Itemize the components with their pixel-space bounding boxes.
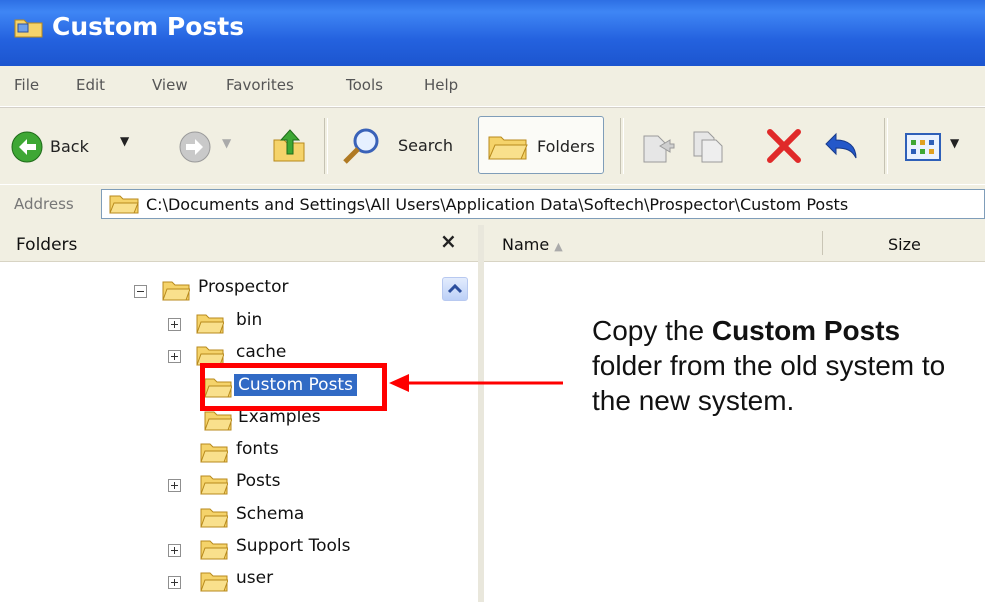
expand-icon[interactable] bbox=[168, 318, 181, 331]
tree-item-label: bin bbox=[236, 310, 263, 330]
folders-pane-title: Folders bbox=[16, 235, 78, 255]
back-arrow-icon bbox=[11, 131, 43, 163]
folder-icon bbox=[200, 508, 228, 528]
title-bar: Custom Posts bbox=[0, 0, 985, 66]
tree-item-label: Schema bbox=[236, 504, 305, 524]
menu-bar: File Edit View Favorites Tools Help bbox=[0, 66, 985, 107]
folders-label: Folders bbox=[537, 137, 595, 156]
folder-icon bbox=[196, 314, 224, 334]
back-dropdown-icon[interactable]: ▼ bbox=[120, 134, 129, 148]
folder-icon bbox=[200, 540, 228, 560]
address-bar: Address C:\Documents and Settings\All Us… bbox=[0, 184, 985, 226]
tree-item-label: Support Tools bbox=[236, 536, 351, 556]
up-folder-icon bbox=[273, 129, 305, 162]
tree-item-support-tools[interactable]: Support Tools bbox=[168, 536, 428, 566]
views-dropdown-icon[interactable]: ▼ bbox=[950, 136, 959, 150]
views-icon bbox=[905, 133, 941, 161]
menu-help[interactable]: Help bbox=[424, 76, 458, 94]
back-label: Back bbox=[50, 137, 89, 156]
expand-icon[interactable] bbox=[168, 544, 181, 557]
folder-icon bbox=[162, 281, 190, 301]
folder-icon bbox=[200, 443, 228, 463]
close-icon[interactable]: × bbox=[440, 229, 457, 253]
column-name[interactable]: Name ▲ bbox=[502, 235, 563, 254]
expand-icon[interactable] bbox=[168, 479, 181, 492]
folders-pane: Folders × Prospector bin cache Custom Po… bbox=[0, 225, 484, 602]
move-to-icon[interactable] bbox=[636, 126, 676, 166]
address-label: Address bbox=[14, 195, 74, 213]
collapse-icon[interactable] bbox=[134, 285, 147, 298]
sort-ascending-icon: ▲ bbox=[554, 240, 563, 253]
search-label: Search bbox=[398, 136, 453, 155]
folder-icon bbox=[204, 411, 232, 431]
folders-pane-header: Folders × bbox=[0, 225, 478, 262]
toolbar: Back ▼ ▼ Search Folders ▼ bbox=[0, 107, 985, 184]
annotation-part2: folder from the old system to the new sy… bbox=[592, 350, 946, 416]
folders-icon bbox=[488, 136, 528, 160]
search-button[interactable]: Search bbox=[340, 126, 466, 166]
column-divider[interactable] bbox=[822, 231, 823, 255]
menu-edit[interactable]: Edit bbox=[76, 76, 105, 94]
tree-item-prospector[interactable]: Prospector bbox=[134, 277, 434, 307]
menu-favorites[interactable]: Favorites bbox=[226, 76, 294, 94]
address-path: C:\Documents and Settings\All Users\Appl… bbox=[146, 195, 849, 214]
address-folder-icon bbox=[109, 195, 139, 214]
highlight-box bbox=[200, 363, 387, 411]
tree-item-label: user bbox=[236, 568, 274, 588]
tree-item-label: Posts bbox=[236, 471, 281, 491]
copy-to-icon[interactable] bbox=[688, 126, 728, 166]
chevron-up-icon bbox=[447, 283, 463, 294]
tree-item-user[interactable]: user bbox=[168, 568, 428, 598]
window-folder-icon bbox=[14, 19, 43, 38]
address-field[interactable]: C:\Documents and Settings\All Users\Appl… bbox=[101, 189, 985, 219]
scroll-up-button[interactable] bbox=[442, 277, 468, 301]
back-button[interactable]: Back ▼ bbox=[10, 128, 160, 168]
tree-item-posts[interactable]: Posts bbox=[168, 471, 428, 501]
folders-scrollbar[interactable] bbox=[440, 263, 470, 602]
delete-x-icon[interactable] bbox=[764, 128, 804, 164]
expand-icon[interactable] bbox=[168, 576, 181, 589]
tree-item-label: fonts bbox=[236, 439, 279, 459]
up-button[interactable] bbox=[270, 126, 310, 166]
column-size[interactable]: Size bbox=[888, 235, 921, 254]
menu-view[interactable]: View bbox=[152, 76, 188, 94]
tree-item-label: Prospector bbox=[198, 277, 289, 297]
expand-icon[interactable] bbox=[168, 350, 181, 363]
undo-icon[interactable] bbox=[822, 126, 866, 166]
forward-dropdown-icon[interactable]: ▼ bbox=[222, 136, 231, 150]
folders-button[interactable]: Folders bbox=[478, 116, 604, 174]
arrow-icon bbox=[389, 374, 563, 392]
menu-file[interactable]: File bbox=[14, 76, 39, 94]
tree-item-label: cache bbox=[236, 342, 287, 362]
file-list-header: Name ▲ Size bbox=[484, 225, 985, 262]
tree-item-schema[interactable]: Schema bbox=[200, 504, 400, 534]
window-title: Custom Posts bbox=[52, 12, 245, 41]
toolbar-separator bbox=[620, 118, 624, 174]
toolbar-separator bbox=[324, 118, 328, 174]
annotation-bold: Custom Posts bbox=[711, 315, 901, 346]
folder-icon bbox=[200, 475, 228, 495]
tree-item-fonts[interactable]: fonts bbox=[200, 439, 400, 469]
tree-item-examples[interactable]: Examples bbox=[200, 407, 400, 437]
forward-arrow-icon bbox=[179, 131, 211, 163]
column-name-label: Name bbox=[502, 235, 550, 254]
forward-button[interactable]: ▼ bbox=[178, 130, 238, 170]
annotation-text: Copy the Custom Posts folder from the ol… bbox=[592, 313, 952, 418]
toolbar-separator bbox=[884, 118, 888, 174]
search-magnifier-icon bbox=[343, 128, 379, 164]
views-button[interactable]: ▼ bbox=[902, 128, 972, 168]
menu-tools[interactable]: Tools bbox=[346, 76, 383, 94]
folder-icon bbox=[200, 572, 228, 592]
annotation-part1: Copy the bbox=[592, 315, 712, 346]
tree-item-bin[interactable]: bin bbox=[168, 310, 428, 340]
